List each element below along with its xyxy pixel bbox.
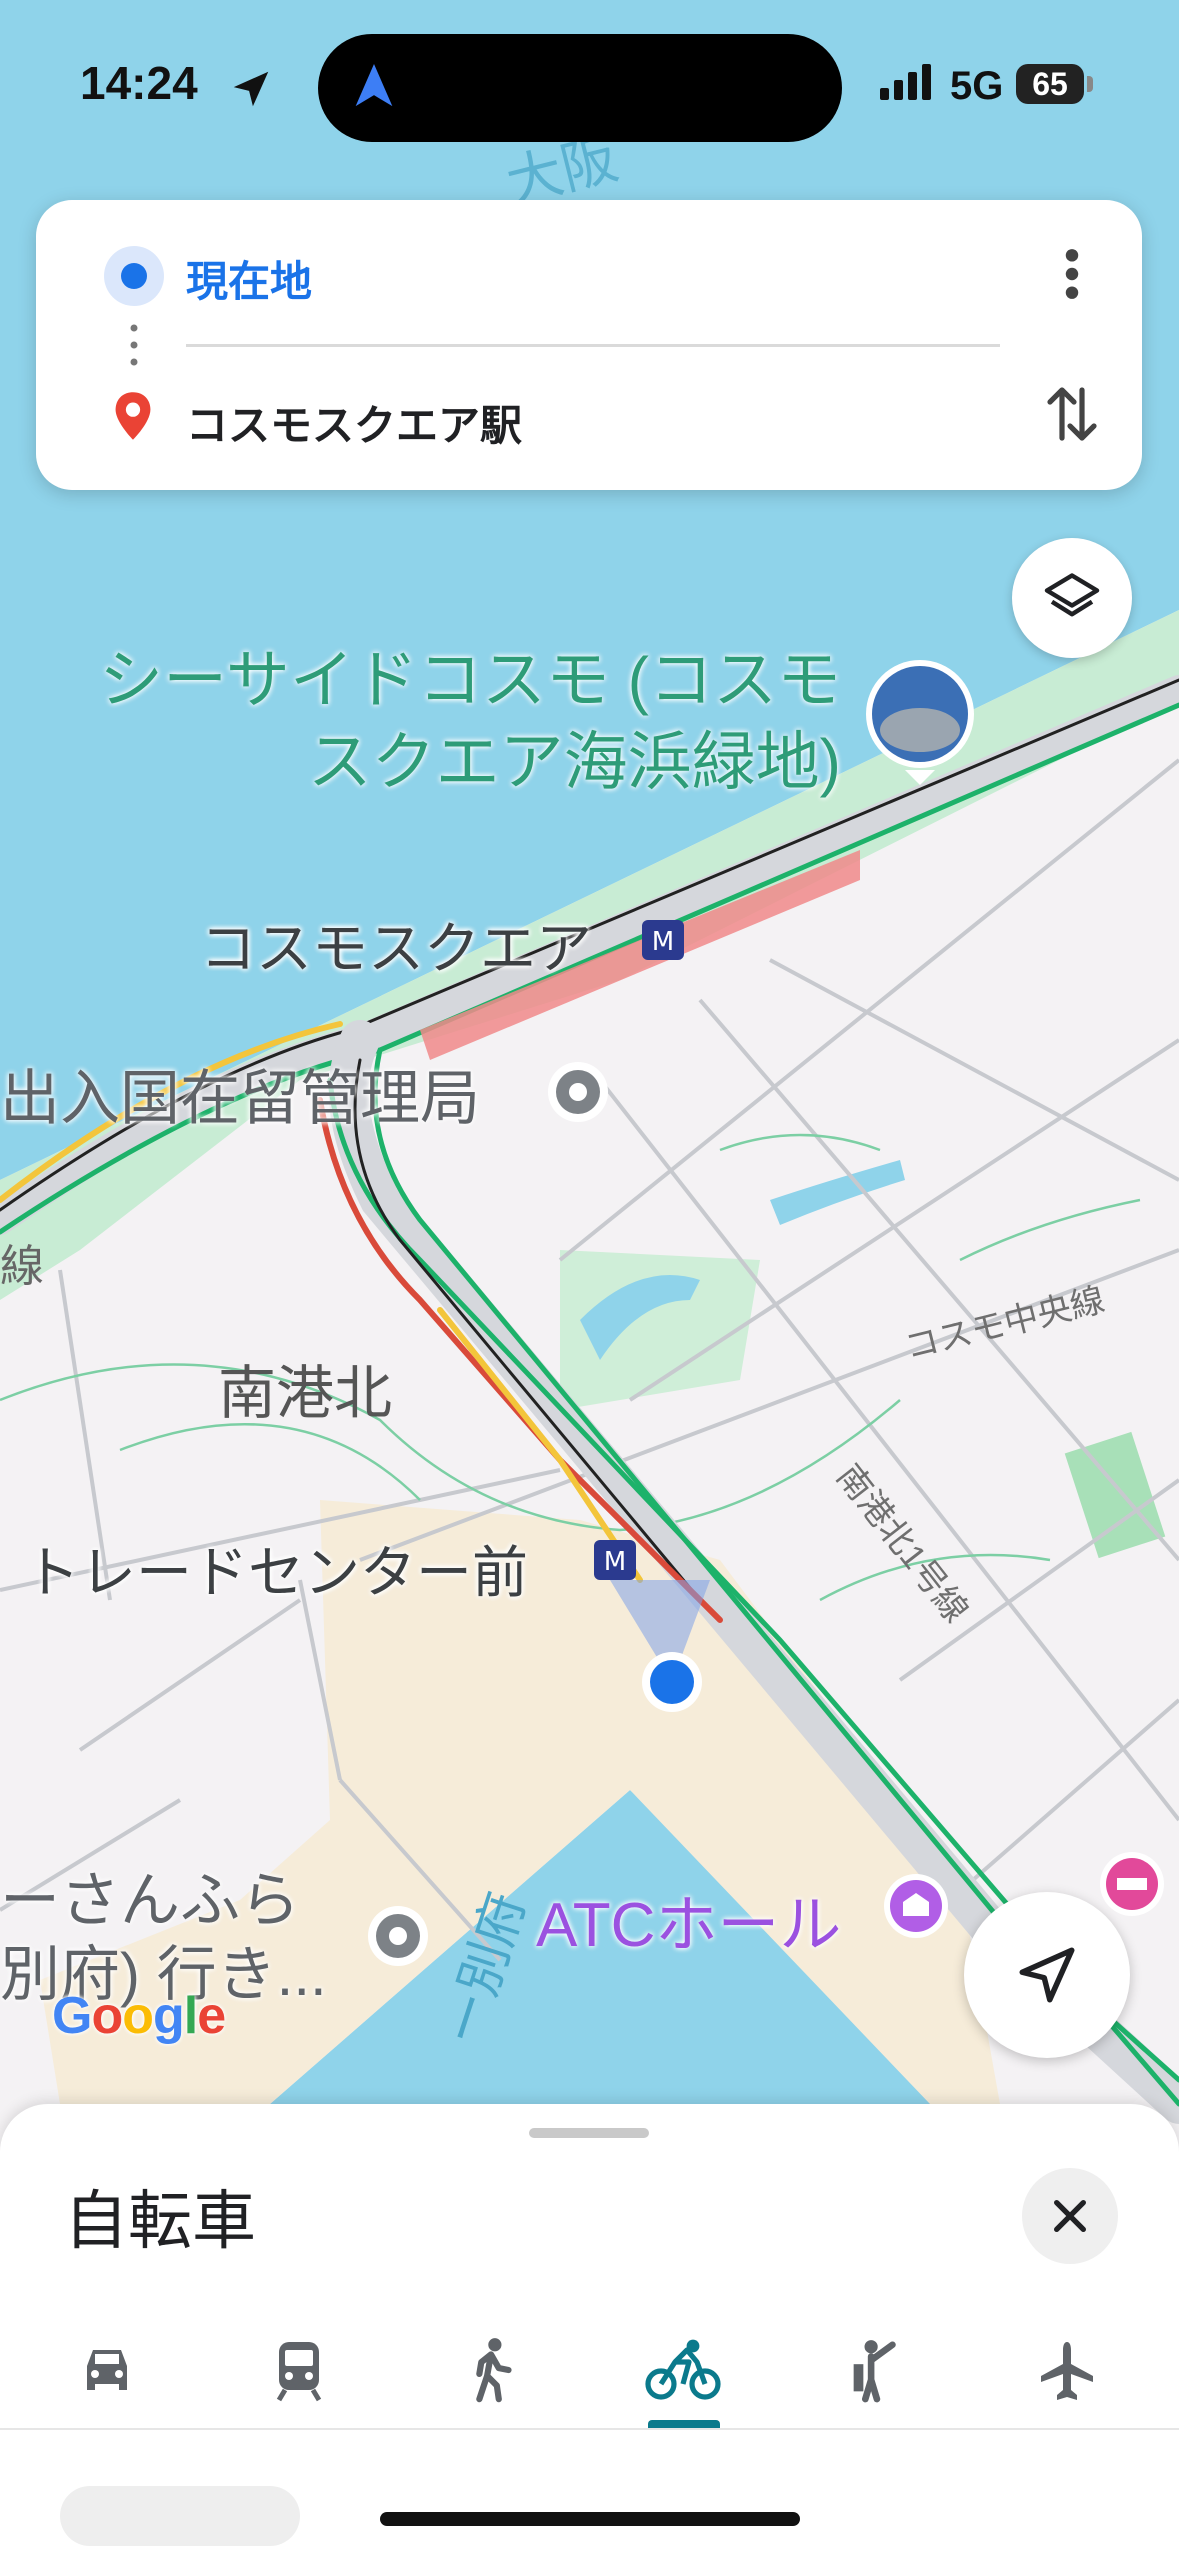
immigration-poi-icon xyxy=(548,1062,608,1122)
tab-bicycle[interactable] xyxy=(608,2310,758,2430)
origin-field[interactable]: 現在地 xyxy=(186,248,312,309)
destination-pin-icon xyxy=(115,392,151,440)
location-arrow-icon xyxy=(233,71,269,107)
park-label-line1[interactable]: シーサイドコスモ (コスモ xyxy=(99,640,841,720)
signal-icon xyxy=(880,64,931,100)
walk-icon xyxy=(476,2338,512,2403)
route-connector-icon xyxy=(130,324,138,366)
svg-text:M: M xyxy=(652,927,674,957)
placeholder-pill xyxy=(60,2486,300,2546)
bicycle-icon xyxy=(645,2339,721,2400)
navigation-arrow-icon xyxy=(1019,1947,1075,2003)
hotel-poi-icon xyxy=(1100,1852,1164,1916)
atc-poi-icon xyxy=(884,1874,948,1938)
atc-hall-label[interactable]: ATCホール xyxy=(536,1874,841,1964)
tab-ride[interactable] xyxy=(800,2310,950,2430)
train-icon xyxy=(276,2342,322,2402)
ride-hail-icon xyxy=(853,2340,896,2403)
district-label: 南港北 xyxy=(218,1361,393,1426)
more-vertical-icon[interactable] xyxy=(1056,246,1088,302)
home-indicator[interactable] xyxy=(380,2512,800,2526)
origin-dot-icon xyxy=(121,263,147,289)
rail-label-fragment: 線 xyxy=(0,1242,44,1291)
dynamic-island xyxy=(318,34,842,142)
network-type: 5G xyxy=(950,64,1004,108)
svg-text:M: M xyxy=(604,1547,626,1577)
battery-cap xyxy=(1087,76,1093,92)
tab-transit[interactable] xyxy=(224,2310,374,2430)
close-icon xyxy=(1054,2200,1086,2232)
tab-car[interactable] xyxy=(32,2310,182,2430)
status-time: 14:24 xyxy=(80,57,198,109)
battery-level: 65 xyxy=(1016,64,1084,104)
google-attribution: Google xyxy=(52,1987,226,2045)
navigation-active-icon xyxy=(355,64,393,107)
layers-icon xyxy=(1044,573,1100,617)
station-label-tradecenter[interactable]: トレードセンター前 xyxy=(24,1528,528,1609)
metro-icon-tradecenter: M xyxy=(594,1540,636,1580)
route-divider xyxy=(186,344,1000,347)
immigration-label[interactable]: 出入国在留管理局 xyxy=(0,1064,480,1134)
station-label-cosmosquare[interactable]: コスモスクエア xyxy=(200,904,592,985)
sheet-title: 自転車 xyxy=(64,2185,256,2257)
airplane-icon xyxy=(1041,2342,1093,2400)
tab-flight[interactable] xyxy=(992,2310,1142,2430)
travel-mode-tabs xyxy=(0,2310,1179,2430)
close-button[interactable] xyxy=(1022,2168,1118,2264)
tab-walk[interactable] xyxy=(416,2310,566,2430)
ferry-label-line1[interactable]: ーさんふら xyxy=(0,1866,300,1936)
car-icon xyxy=(87,2350,127,2390)
sheet-drag-handle[interactable] xyxy=(529,2128,649,2138)
layers-button[interactable] xyxy=(1012,538,1132,658)
destination-field[interactable]: コスモスクエア駅 xyxy=(186,392,522,453)
locate-me-button[interactable] xyxy=(964,1892,1130,2058)
sheet-separator xyxy=(0,2428,1179,2430)
ferry-poi-icon xyxy=(368,1906,428,1966)
metro-icon-cosmosquare: M xyxy=(642,920,684,960)
selected-mode-indicator xyxy=(648,2420,720,2428)
swap-vertical-icon[interactable] xyxy=(1044,382,1100,446)
park-label-line2[interactable]: スクエア海浜緑地) xyxy=(308,722,841,802)
